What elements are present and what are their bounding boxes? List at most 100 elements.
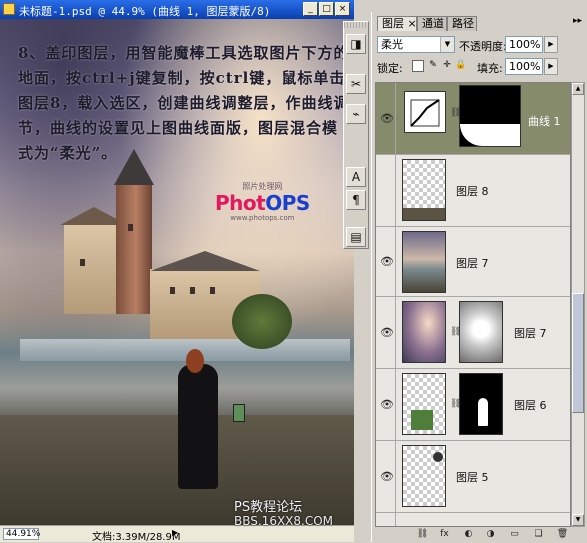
tool-strip: ◨ ✂ ⌁ A ¶ ▤ bbox=[343, 21, 369, 249]
document-title-bar[interactable]: 未标题-1.psd @ 44.9% (曲线 1, 图层蒙版/8) _ □ × bbox=[0, 0, 354, 19]
fill-slider-button[interactable]: ▶ bbox=[544, 58, 558, 75]
document-title: 未标题-1.psd @ 44.9% (曲线 1, 图层蒙版/8) bbox=[19, 5, 271, 18]
curves-adjustment-thumbnail bbox=[404, 91, 446, 133]
fill-label: 填充: bbox=[477, 62, 503, 75]
lock-row: 锁定: ✎ ✛ 🔒 填充: 100% ▶ bbox=[377, 58, 583, 78]
layer-mask-thumbnail[interactable] bbox=[459, 85, 521, 147]
forum-watermark-line1: PS教程论坛 bbox=[234, 500, 303, 515]
woman-hair bbox=[186, 349, 204, 373]
add-mask-icon[interactable]: ◐ bbox=[462, 528, 475, 541]
tab-paths[interactable]: 路径 bbox=[447, 16, 477, 31]
tab-layers[interactable]: 图层 × bbox=[377, 16, 417, 31]
visibility-toggle[interactable]: 👁 bbox=[376, 297, 396, 368]
zoom-field[interactable]: 44.91% bbox=[3, 528, 40, 540]
lock-all-icon[interactable]: 🔒 bbox=[455, 60, 467, 72]
layers-list[interactable]: 👁 ⛓ 曲线 1 图层 8 👁 图层 7 👁 ⛓ 图层 7 👁 ⛓ 图层 6 👁… bbox=[375, 82, 571, 527]
new-group-icon[interactable]: ▭ bbox=[508, 528, 521, 541]
minimize-button[interactable]: _ bbox=[303, 2, 318, 16]
blend-mode-select[interactable]: 柔光 ▼ bbox=[377, 36, 455, 53]
close-button[interactable]: × bbox=[335, 2, 350, 16]
tutorial-instruction-text: 8、盖印图层，用智能魔棒工具选取图片下方的地面，按ctrl+j键复制，按ctrl… bbox=[18, 44, 350, 162]
layers-bottom-bar: ⛓ fx ◐ ◑ ▭ ❑ 🗑 bbox=[372, 527, 587, 542]
opacity-slider-button[interactable]: ▶ bbox=[544, 36, 558, 53]
layer-mask-thumbnail[interactable] bbox=[459, 301, 503, 363]
visibility-toggle[interactable]: 👁 bbox=[376, 83, 396, 154]
maximize-button[interactable]: □ bbox=[319, 2, 334, 16]
character-icon[interactable]: A bbox=[346, 167, 366, 187]
layer-row-6[interactable]: 👁 ⛓ 图层 6 bbox=[376, 369, 570, 441]
lock-label: 锁定: bbox=[377, 62, 403, 75]
opacity-label: 不透明度: bbox=[459, 40, 507, 53]
layer-style-fx-icon[interactable]: fx bbox=[438, 528, 451, 541]
eye-icon: 👁 bbox=[380, 397, 394, 411]
eye-icon: 👁 bbox=[380, 111, 394, 125]
watermark-url: www.photops.com bbox=[230, 214, 295, 222]
tab-channels[interactable]: 通道 bbox=[417, 16, 447, 31]
scissors-icon[interactable]: ✂ bbox=[346, 74, 366, 94]
link-layers-icon[interactable]: ⛓ bbox=[416, 528, 429, 541]
visibility-toggle[interactable] bbox=[376, 155, 396, 226]
photoshop-document-icon bbox=[3, 3, 15, 15]
curves-graph-icon bbox=[410, 99, 440, 127]
lock-paint-icon[interactable]: ✎ bbox=[427, 60, 439, 72]
layer-row-partial[interactable] bbox=[376, 513, 570, 526]
layer-row-7[interactable]: 👁 图层 7 bbox=[376, 227, 570, 297]
castle-left-wing bbox=[64, 224, 124, 314]
lantern bbox=[233, 404, 245, 422]
photops-logo: PhotOPS bbox=[215, 191, 310, 215]
visibility-toggle[interactable] bbox=[376, 513, 396, 526]
layer-name: 图层 5 bbox=[456, 471, 489, 484]
layer-name: 图层 6 bbox=[514, 399, 547, 412]
lock-move-icon[interactable]: ✛ bbox=[441, 60, 453, 72]
window-4 bbox=[128, 224, 133, 231]
layer-row-5[interactable]: 👁 图层 5 bbox=[376, 441, 570, 513]
layer-row-7-masked[interactable]: 👁 ⛓ 图层 7 bbox=[376, 297, 570, 369]
fill-input[interactable]: 100% bbox=[505, 58, 543, 75]
status-arrow-icon[interactable]: ▶ bbox=[172, 528, 178, 537]
scroll-down-icon[interactable]: ▼ bbox=[572, 514, 584, 526]
visibility-toggle[interactable]: 👁 bbox=[376, 369, 396, 440]
photops-watermark: 照片处理网 PhotOPS www.photops.com bbox=[215, 181, 310, 222]
layer-name: 曲线 1 bbox=[528, 115, 561, 128]
visibility-toggle[interactable]: 👁 bbox=[376, 441, 396, 512]
navigator-icon[interactable]: ⌁ bbox=[346, 104, 366, 124]
layer-row-8[interactable]: 图层 8 bbox=[376, 155, 570, 227]
visibility-toggle[interactable]: 👁 bbox=[376, 227, 396, 296]
paragraph-icon[interactable]: ¶ bbox=[346, 190, 366, 210]
window-5 bbox=[80, 259, 85, 266]
layer-mask-thumbnail[interactable] bbox=[459, 373, 503, 435]
trash-icon[interactable]: 🗑 bbox=[556, 528, 569, 541]
scrollbar-thumb[interactable] bbox=[572, 293, 584, 413]
panel-menu-icon[interactable]: ▸▸ bbox=[573, 16, 582, 26]
layer-thumbnail bbox=[402, 445, 446, 507]
lock-transparent-icon[interactable] bbox=[412, 60, 424, 72]
forum-watermark-line2: BBS.16XX8.COM bbox=[234, 514, 334, 528]
layers-panel: 图层 × 通道 路径 ▸▸ 柔光 ▼ 不透明度: 100% ▶ 锁定: ✎ ✛ … bbox=[371, 12, 587, 542]
new-layer-icon[interactable]: ❑ bbox=[532, 528, 545, 541]
image-canvas[interactable]: 8、盖印图层，用智能魔棒工具选取图片下方的地面，按ctrl+j键复制，按ctrl… bbox=[0, 19, 354, 525]
layer-thumbnail bbox=[402, 373, 446, 435]
opacity-input[interactable]: 100% bbox=[505, 36, 543, 53]
layer-name: 图层 8 bbox=[456, 185, 489, 198]
eye-icon: 👁 bbox=[380, 469, 394, 483]
layer-row-curves[interactable]: 👁 ⛓ 曲线 1 bbox=[376, 83, 570, 155]
layer-thumbnail bbox=[402, 159, 446, 221]
layers-scrollbar[interactable]: ▲ ▼ bbox=[571, 82, 585, 527]
eye-icon: 👁 bbox=[380, 325, 394, 339]
tool-strip-grip[interactable] bbox=[344, 22, 368, 28]
layer-thumbnail bbox=[402, 301, 446, 363]
blend-row: 柔光 ▼ 不透明度: 100% ▶ bbox=[377, 36, 583, 56]
layer-comps-icon[interactable]: ▤ bbox=[346, 227, 366, 247]
window-1 bbox=[170, 287, 175, 294]
history-brush-icon[interactable]: ◨ bbox=[346, 34, 366, 54]
document-size: 文档:3.39M/28.9M bbox=[92, 532, 181, 543]
tree bbox=[232, 294, 292, 349]
document-window: 未标题-1.psd @ 44.9% (曲线 1, 图层蒙版/8) _ □ × 8… bbox=[0, 0, 354, 543]
layer-thumbnail bbox=[402, 231, 446, 293]
layer-name: 图层 7 bbox=[514, 327, 547, 340]
new-adjustment-layer-icon[interactable]: ◑ bbox=[484, 528, 497, 541]
castle-main-tower bbox=[116, 184, 152, 314]
castle-right-roof bbox=[150, 251, 260, 271]
scroll-up-icon[interactable]: ▲ bbox=[572, 83, 584, 95]
eye-icon: 👁 bbox=[380, 254, 394, 268]
